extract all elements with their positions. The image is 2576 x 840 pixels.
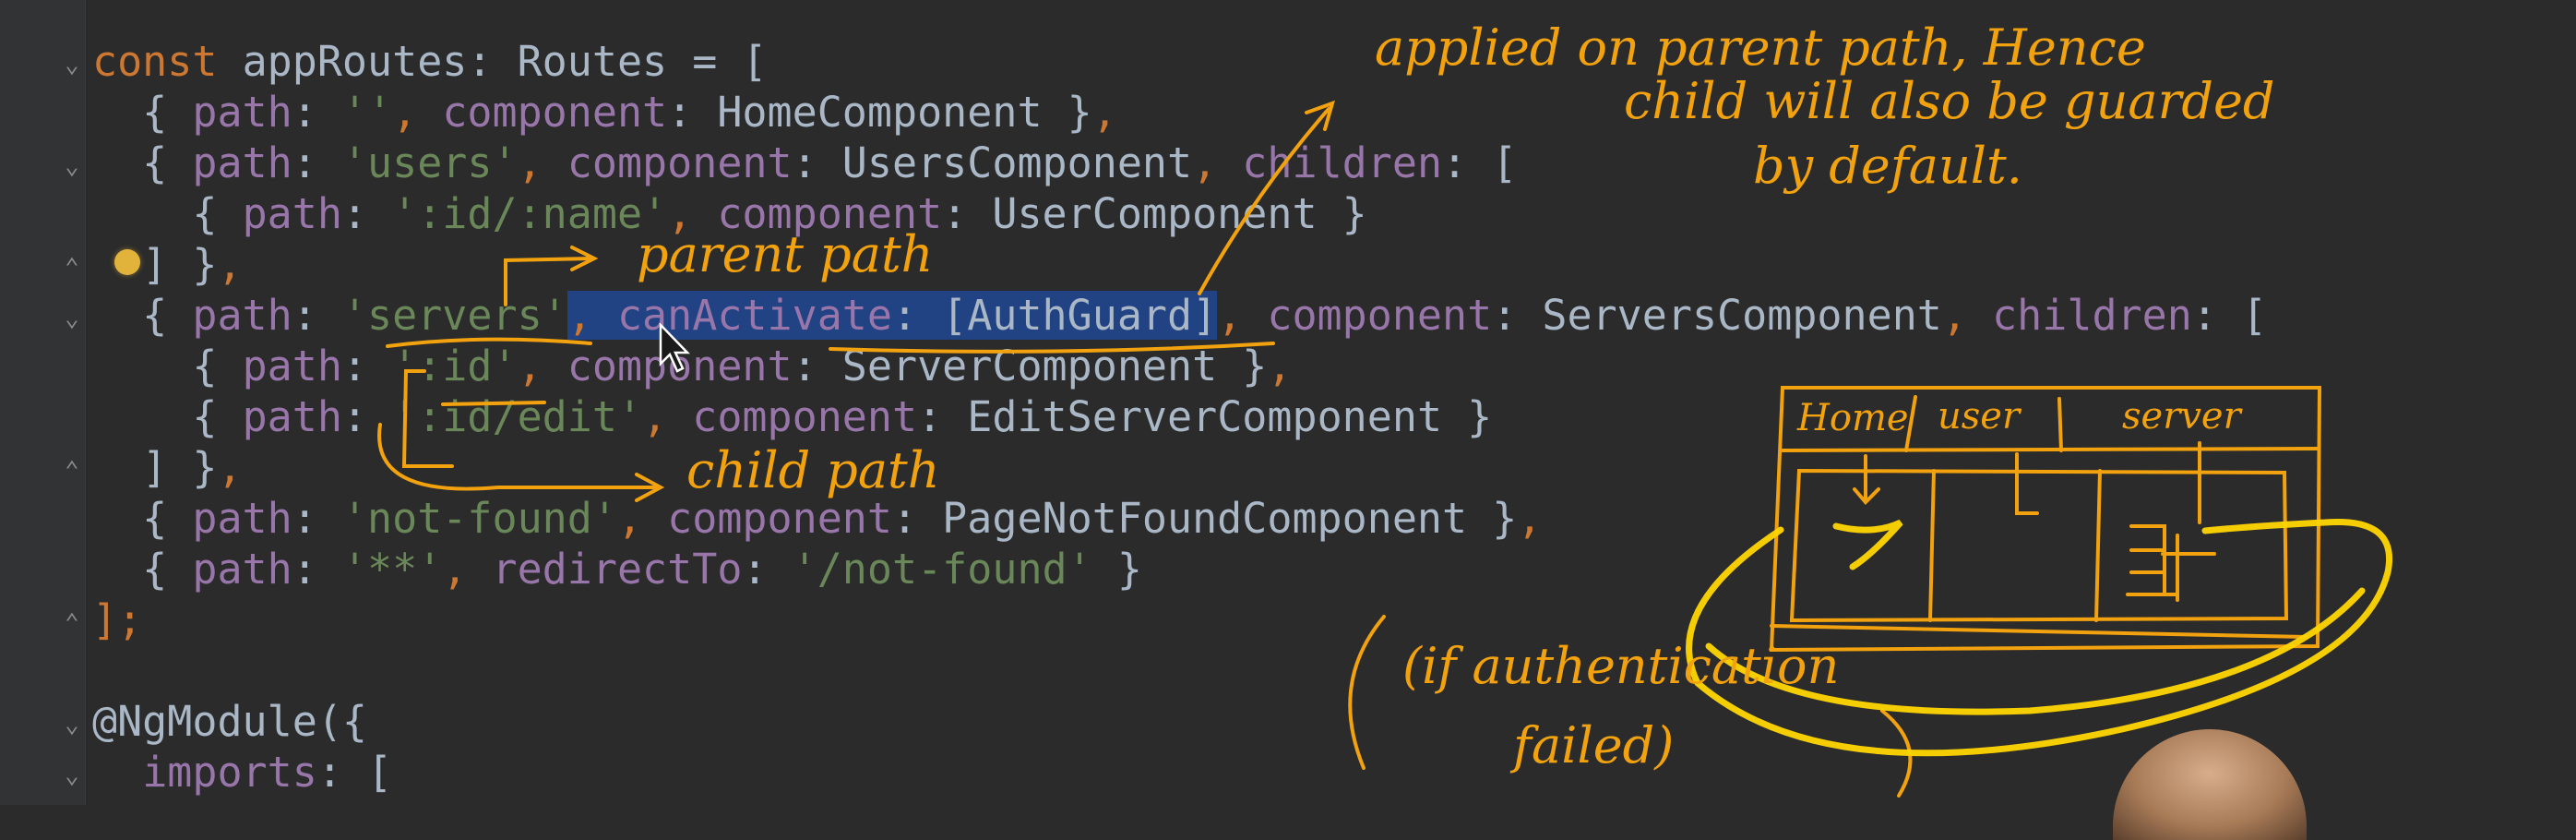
auth-paren-left [1348, 615, 1386, 770]
sketch-tab-home: Home [1797, 397, 1909, 439]
annotation-child-path: child path [686, 441, 940, 499]
highlight-arrow [1832, 519, 1903, 570]
sketch-tab-server: server [2122, 395, 2241, 438]
parent-path-arrow [504, 246, 599, 306]
child-bracket [401, 369, 454, 468]
annotation-applied-line1: applied on parent path, Hence [1375, 18, 2146, 77]
child-arrow [377, 423, 665, 502]
parent-path-underline [386, 337, 592, 348]
annotation-auth-failed-line2: failed) [1513, 716, 1675, 774]
sketch-tab-user: user [1938, 395, 2021, 438]
annotation-applied-line2: child will also be guarded [1624, 72, 2275, 130]
guard-arrow [1198, 100, 1335, 295]
annotation-applied-line3: by default. [1753, 137, 2022, 195]
annotation-auth-failed-line1: (if authentication [1402, 637, 1840, 695]
child-underline [441, 401, 546, 406]
guard-underline [829, 342, 1275, 354]
annotation-parent-path: parent path [637, 225, 934, 283]
mouse-cursor-icon [659, 323, 690, 373]
